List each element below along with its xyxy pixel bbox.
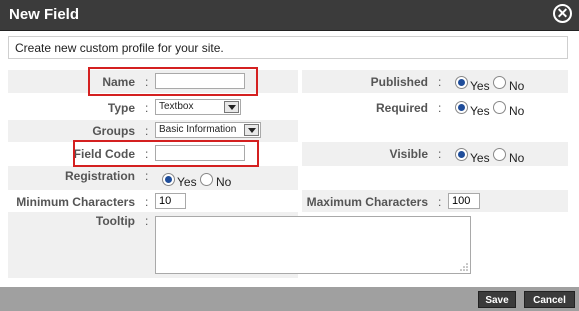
- registration-no-label: No: [216, 175, 232, 189]
- registration-no-radio[interactable]: [200, 173, 213, 186]
- required-no-label: No: [509, 104, 525, 118]
- visible-label: Visible: [389, 147, 428, 161]
- required-yes-label: Yes: [470, 104, 490, 118]
- published-no-radio[interactable]: [493, 76, 506, 89]
- dialog-title: New Field: [9, 6, 80, 23]
- type-select-value: Textbox: [159, 101, 194, 112]
- cancel-button[interactable]: Cancel: [524, 291, 575, 308]
- groups-colon: :: [145, 124, 149, 138]
- required-label: Required: [375, 101, 428, 115]
- chevron-down-icon[interactable]: [244, 124, 259, 136]
- published-label: Published: [370, 75, 428, 89]
- registration-label: Registration: [64, 169, 135, 183]
- visible-no-radio[interactable]: [493, 148, 506, 161]
- resize-grip-icon[interactable]: [460, 263, 468, 271]
- published-yes-radio[interactable]: [455, 76, 468, 89]
- name-highlight-box: [88, 67, 258, 96]
- tooltip-colon: :: [145, 214, 149, 228]
- max-chars-input[interactable]: [448, 193, 480, 209]
- tooltip-textarea[interactable]: [155, 216, 471, 274]
- groups-select-value: Basic Information: [159, 124, 237, 135]
- groups-label: Groups: [92, 124, 135, 138]
- min-chars-label: Minimum Characters: [16, 195, 135, 209]
- registration-yes-radio[interactable]: [162, 173, 175, 186]
- registration-colon: :: [145, 169, 149, 183]
- visible-colon: :: [438, 147, 442, 161]
- type-label: Type: [107, 101, 135, 115]
- dialog-titlebar: New Field ✕: [0, 0, 579, 31]
- published-yes-label: Yes: [470, 79, 490, 93]
- type-colon: :: [145, 101, 149, 115]
- chevron-down-icon[interactable]: [224, 101, 239, 113]
- published-colon: :: [438, 75, 442, 89]
- published-no-label: No: [509, 79, 525, 93]
- intro-text: Create new custom profile for your site.: [8, 36, 568, 59]
- registration-yes-label: Yes: [177, 175, 197, 189]
- groups-select[interactable]: Basic Information: [155, 122, 261, 138]
- tooltip-label: Tooltip: [95, 214, 135, 228]
- field-code-highlight-box: [73, 140, 259, 167]
- min-chars-colon: :: [145, 195, 149, 209]
- close-icon[interactable]: ✕: [553, 4, 572, 23]
- visible-no-label: No: [509, 151, 525, 165]
- save-button[interactable]: Save: [478, 291, 516, 308]
- required-colon: :: [438, 101, 442, 115]
- max-chars-colon: :: [438, 195, 442, 209]
- min-chars-input[interactable]: [155, 193, 186, 209]
- required-yes-radio[interactable]: [455, 101, 468, 114]
- visible-yes-label: Yes: [470, 151, 490, 165]
- required-no-radio[interactable]: [493, 101, 506, 114]
- visible-yes-radio[interactable]: [455, 148, 468, 161]
- type-select[interactable]: Textbox: [155, 99, 241, 115]
- max-chars-label: Maximum Characters: [306, 195, 428, 209]
